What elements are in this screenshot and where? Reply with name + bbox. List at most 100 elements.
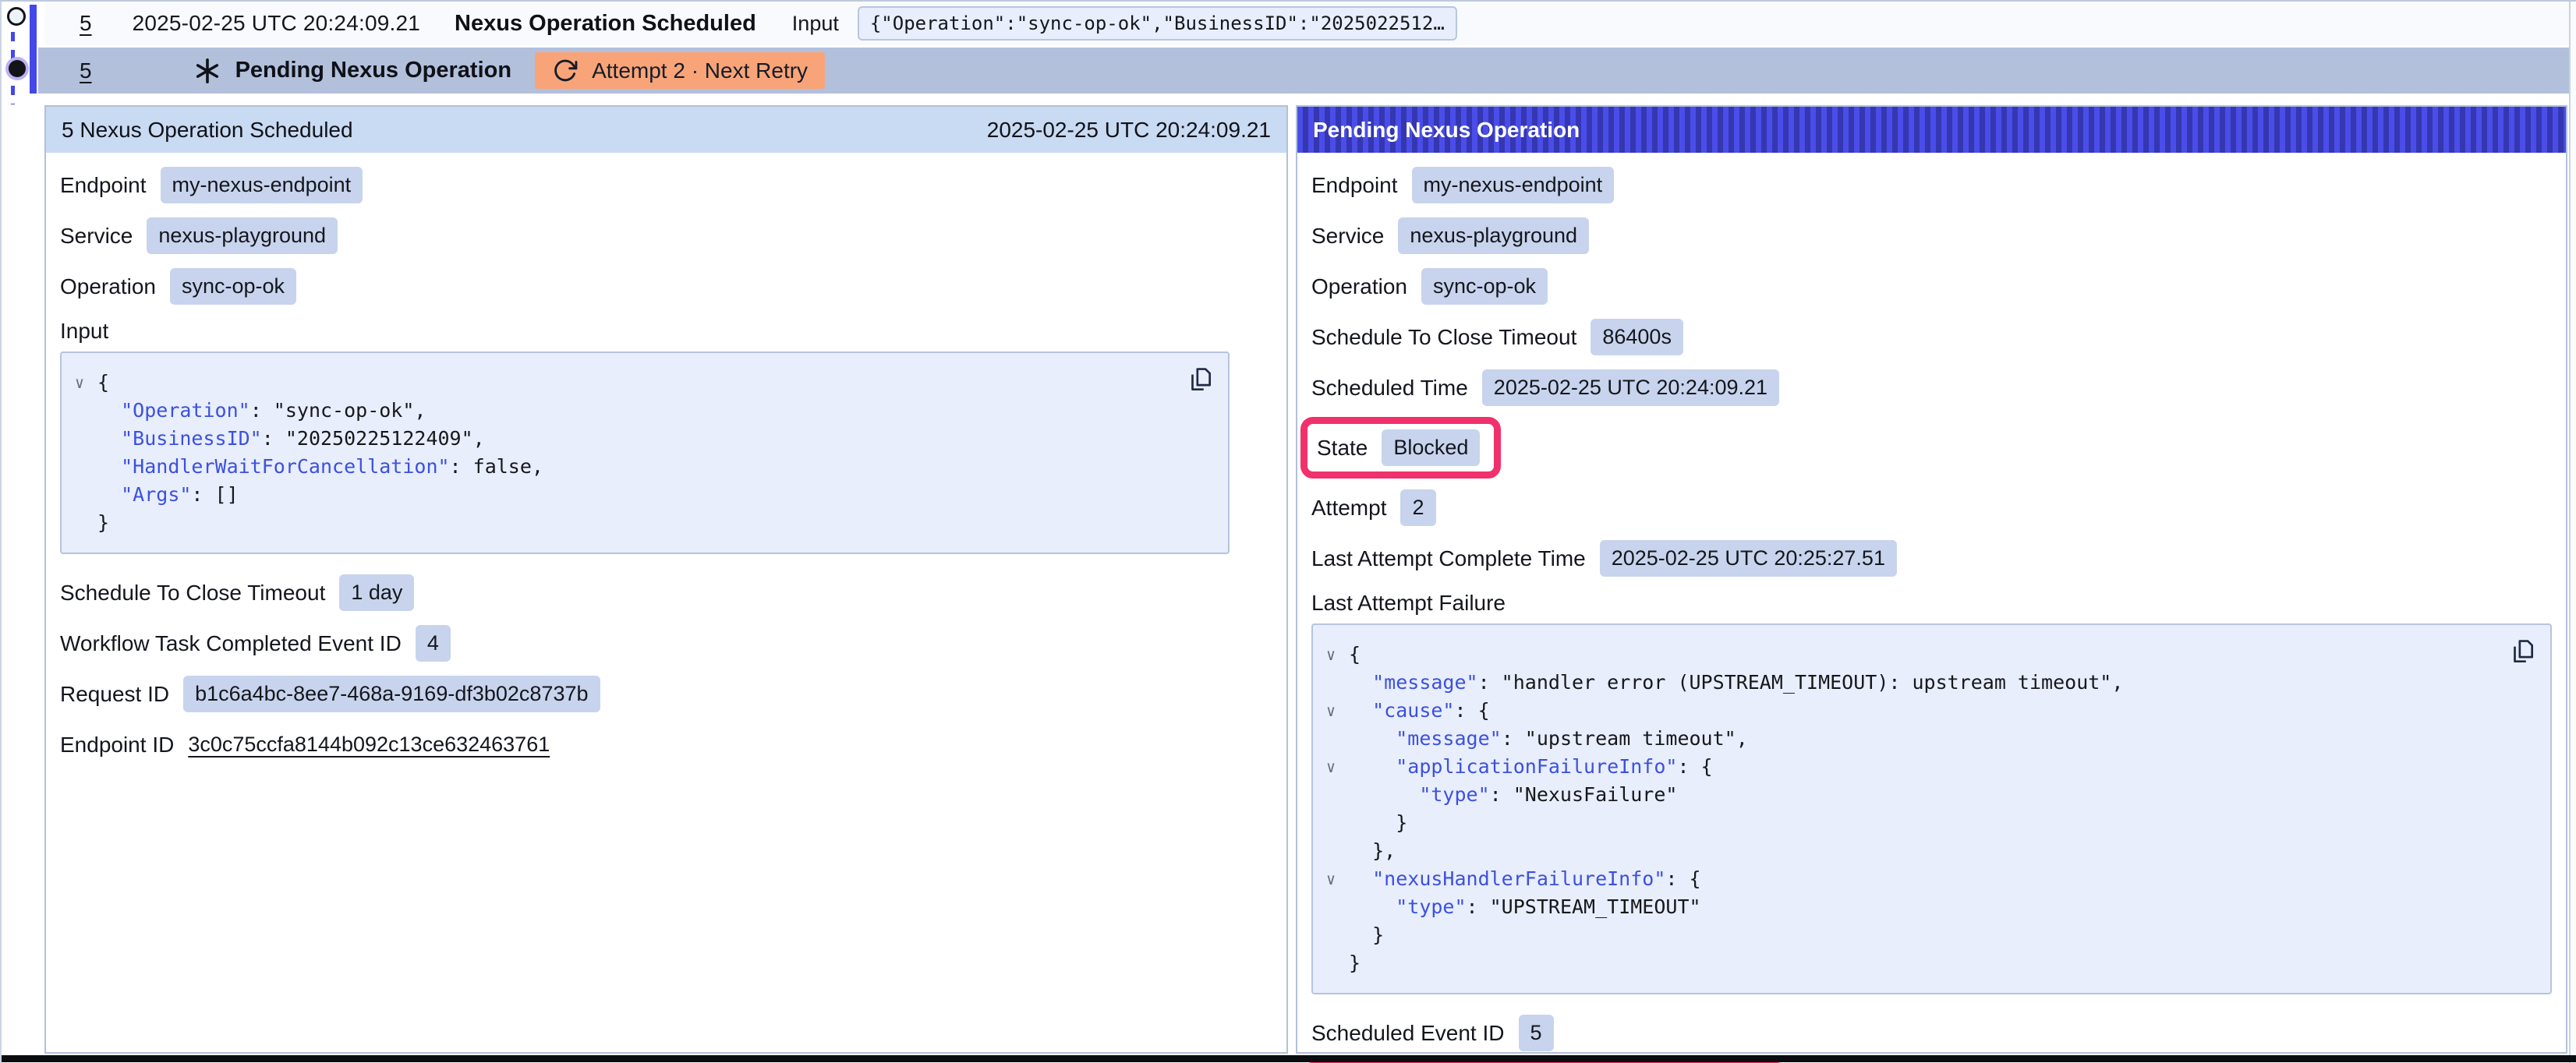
field-value-chip: 2025-02-25 UTC 20:24:09.21 — [1482, 369, 1779, 406]
event-detail-area: 5 Nexus Operation Scheduled 2025-02-25 U… — [44, 105, 2567, 1054]
field-label: Last Attempt Complete Time — [1311, 546, 1586, 571]
collapse-chevron-icon[interactable]: ∨ — [62, 369, 97, 397]
copy-icon — [1185, 365, 1215, 394]
failure-json-viewer: ∨{ "message": "handler error (UPSTREAM_T… — [1311, 623, 2552, 994]
code-line-text: "BusinessID": "20250225122409", — [97, 425, 485, 453]
copy-icon — [2507, 637, 2537, 666]
code-line-gutter — [1313, 949, 1349, 977]
event-row-scheduled[interactable]: 5 2025-02-25 UTC 20:24:09.21 Nexus Opera… — [44, 2, 2569, 45]
failure-section-label: Last Attempt Failure — [1311, 591, 2552, 616]
event-timestamp: 2025-02-25 UTC 20:24:09.21 — [133, 11, 420, 36]
field-schedule-to-close: Schedule To Close Timeout 86400s — [1311, 319, 2552, 355]
field-value-chip: 2025-02-25 UTC 20:25:27.51 — [1600, 540, 1897, 577]
field-operation: Operation sync-op-ok — [60, 268, 1272, 305]
field-label: Scheduled Event ID — [1311, 1021, 1505, 1046]
scheduled-panel-body: Endpoint my-nexus-endpoint Service nexus… — [46, 153, 1286, 763]
pending-title: Pending Nexus Operation — [235, 58, 512, 83]
event-input-preview-chip: {"Operation":"sync-op-ok","BusinessID":"… — [858, 6, 1457, 41]
retry-badge: Attempt 2 · Next Retry — [535, 52, 825, 89]
code-line-gutter — [1313, 781, 1349, 809]
field-value-chip: nexus-playground — [1398, 217, 1589, 254]
field-value-chip: sync-op-ok — [170, 268, 296, 305]
field-value-chip: nexus-playground — [147, 217, 338, 254]
copy-button[interactable] — [1184, 364, 1215, 395]
pending-operation-panel: Pending Nexus Operation Endpoint my-nexu… — [1296, 105, 2567, 1054]
code-line: ∨ "applicationFailureInfo": { — [1313, 753, 2500, 781]
code-line: "HandlerWaitForCancellation": false, — [62, 453, 1178, 481]
field-label: Scheduled Time — [1311, 376, 1468, 401]
pending-panel-title: Pending Nexus Operation — [1313, 118, 1580, 143]
code-line: "type": "UPSTREAM_TIMEOUT" — [1313, 893, 2500, 921]
collapse-chevron-icon[interactable]: ∨ — [1313, 865, 1349, 893]
code-line: "type": "NexusFailure" — [1313, 781, 2500, 809]
asterisk-icon — [193, 57, 221, 85]
state-highlight-box: State Blocked — [1300, 417, 1501, 479]
code-line-text: "cause": { — [1349, 697, 1490, 725]
copy-button[interactable] — [2507, 636, 2538, 667]
timeline-filled-marker-icon — [9, 60, 26, 77]
field-value-chip: sync-op-ok — [1421, 268, 1548, 305]
code-line: ∨{ — [62, 369, 1178, 397]
field-service: Service nexus-playground — [60, 217, 1272, 254]
field-value-chip: my-nexus-endpoint — [1412, 167, 1615, 203]
code-line-gutter — [1313, 809, 1349, 837]
code-line-text: "message": "handler error (UPSTREAM_TIME… — [1349, 669, 2123, 697]
field-label: Schedule To Close Timeout — [60, 581, 325, 606]
timeline-active-bar — [30, 5, 37, 94]
field-label: Schedule To Close Timeout — [1311, 325, 1576, 350]
field-label: Operation — [1311, 274, 1407, 299]
field-label: Attempt — [1311, 496, 1386, 521]
code-line-gutter — [1313, 837, 1349, 865]
code-line: } — [1313, 921, 2500, 949]
timeline-open-marker-icon — [7, 7, 26, 26]
code-line-text: "nexusHandlerFailureInfo": { — [1349, 865, 1701, 893]
field-label: Endpoint — [60, 173, 147, 198]
field-label: Endpoint — [1311, 173, 1398, 198]
event-id-link[interactable]: 5 — [80, 11, 92, 36]
input-section-label: Input — [60, 319, 1272, 344]
code-line-gutter — [1313, 669, 1349, 697]
code-line: ∨ "cause": { — [1313, 697, 2500, 725]
code-line: ∨{ — [1313, 641, 2500, 669]
code-line-text: "applicationFailureInfo": { — [1349, 753, 1713, 781]
code-line-gutter — [1313, 893, 1349, 921]
code-line: }, — [1313, 837, 2500, 865]
code-line: } — [1313, 949, 2500, 977]
code-line-text: }, — [1349, 837, 1396, 865]
code-line-text: } — [1349, 809, 1407, 837]
field-service: Service nexus-playground — [1311, 217, 2552, 254]
collapse-chevron-icon[interactable]: ∨ — [1313, 641, 1349, 669]
field-value-chip: 2 — [1400, 489, 1435, 526]
field-endpoint: Endpoint my-nexus-endpoint — [60, 167, 1272, 203]
field-operation: Operation sync-op-ok — [1311, 268, 2552, 305]
field-value-chip: 1 day — [339, 574, 414, 611]
code-line: "message": "handler error (UPSTREAM_TIME… — [1313, 669, 2500, 697]
code-line: "Args": [] — [62, 481, 1178, 509]
pending-id-link[interactable]: 5 — [80, 58, 92, 83]
code-line-text: { — [97, 369, 109, 397]
code-line-text: "Operation": "sync-op-ok", — [97, 397, 426, 425]
code-line-gutter — [62, 453, 97, 481]
collapse-chevron-icon[interactable]: ∨ — [1313, 697, 1349, 725]
code-line: } — [62, 509, 1178, 537]
endpoint-id-link[interactable]: 3c0c75ccfa8144b092c13ce632463761 — [188, 733, 550, 757]
code-line-text: } — [1349, 949, 1361, 977]
code-line-text: } — [1349, 921, 1384, 949]
field-value-chip: 86400s — [1591, 319, 1683, 355]
scheduled-panel-time: 2025-02-25 UTC 20:24:09.21 — [987, 118, 1271, 143]
event-row-pending[interactable]: 5 Pending Nexus Operation Attempt 2 · Ne… — [38, 48, 2569, 94]
field-value-chip: 5 — [1519, 1015, 1554, 1051]
field-scheduled-time: Scheduled Time 2025-02-25 UTC 20:24:09.2… — [1311, 369, 2552, 406]
collapse-chevron-icon[interactable]: ∨ — [1313, 753, 1349, 781]
field-value-chip: 4 — [416, 625, 451, 662]
field-schedule-to-close: Schedule To Close Timeout 1 day — [60, 574, 1272, 611]
field-request-id: Request ID b1c6a4bc-8ee7-468a-9169-df3b0… — [60, 676, 1272, 712]
code-line-text: "Args": [] — [97, 481, 239, 509]
retry-badge-label: Attempt 2 · Next Retry — [592, 58, 808, 83]
event-input-label: Input — [792, 12, 839, 36]
field-endpoint: Endpoint my-nexus-endpoint — [1311, 167, 2552, 203]
pending-panel-header: Pending Nexus Operation — [1297, 107, 2566, 153]
code-line-text: { — [1349, 641, 1361, 669]
field-attempt: Attempt 2 — [1311, 489, 2552, 526]
state-value-chip: Blocked — [1382, 429, 1480, 466]
